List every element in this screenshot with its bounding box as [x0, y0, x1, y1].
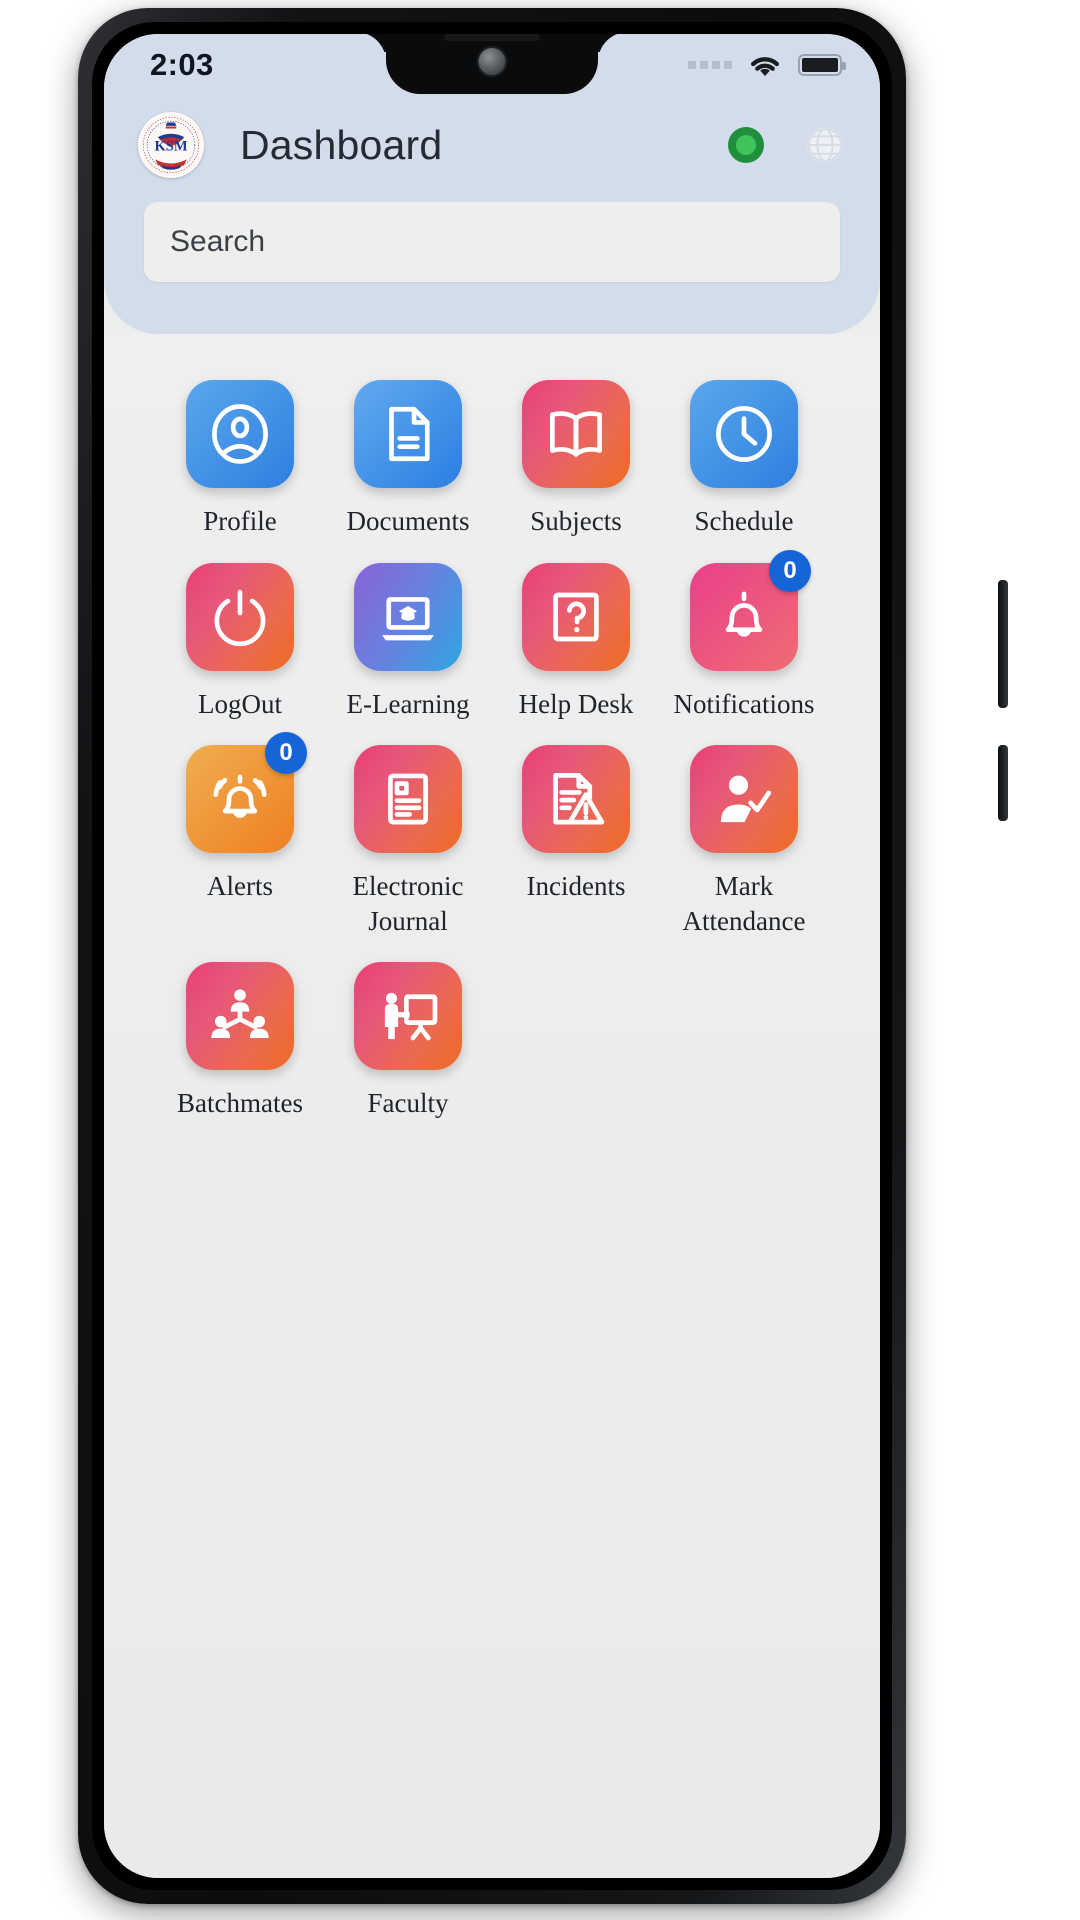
- app-body: Profile Documents Subjects Schedule LogO…: [104, 334, 880, 1878]
- question-square-icon: [522, 562, 630, 671]
- tile-icon-wrap: [354, 562, 462, 671]
- power-icon: [186, 562, 294, 671]
- tile-icon-wrap: [522, 562, 630, 671]
- app-tile-electronic-journal[interactable]: Electronic Journal: [324, 745, 492, 938]
- notification-badge: 0: [265, 732, 307, 775]
- page-title: Dashboard: [240, 121, 443, 168]
- tile-icon-wrap: 0: [690, 549, 811, 671]
- tile-icon-wrap: [522, 380, 630, 488]
- app-grid: Profile Documents Subjects Schedule LogO…: [156, 380, 828, 1121]
- teacher-board-icon: [354, 962, 462, 1071]
- tile-icon-wrap: [186, 380, 294, 488]
- clock-icon: [690, 380, 798, 488]
- tile-label: Batchmates: [177, 1088, 303, 1119]
- tile-icon-wrap: 0: [186, 732, 307, 854]
- display-notch: [386, 34, 598, 94]
- tile-label: Schedule: [694, 506, 794, 536]
- people-network-icon: [186, 962, 294, 1071]
- app-tile-mark-attendance[interactable]: Mark Attendance: [660, 745, 828, 938]
- tile-label: Incidents: [526, 871, 626, 902]
- app-tile-e-learning[interactable]: E-Learning: [324, 562, 492, 722]
- tile-icon-wrap: [186, 962, 294, 1071]
- app-tile-profile[interactable]: Profile: [156, 380, 324, 539]
- app-tile-batchmates[interactable]: Batchmates: [156, 962, 324, 1121]
- tile-label: Notifications: [673, 688, 815, 719]
- status-icons: [688, 50, 846, 80]
- tile-icon-wrap: [354, 380, 462, 488]
- battery-full-icon: [798, 54, 846, 76]
- globe-icon[interactable]: [804, 124, 846, 166]
- wifi-icon: [751, 57, 779, 76]
- tile-icon-wrap: [354, 745, 462, 854]
- laptop-graduation-icon: [354, 562, 462, 671]
- header-bar: KSM Dashboard: [104, 96, 880, 188]
- tile-label: Faculty: [367, 1088, 449, 1119]
- phone-screen: 2:03 KSM Dashboard Search Profile Docume…: [104, 34, 880, 1878]
- tile-label: Profile: [203, 506, 277, 536]
- document-warning-icon: [522, 745, 630, 854]
- search-input[interactable]: [144, 202, 840, 282]
- app-tile-logout[interactable]: LogOut: [156, 562, 324, 722]
- tile-label: Subjects: [530, 506, 622, 536]
- tile-label: E-Learning: [346, 688, 470, 719]
- front-camera-icon: [478, 48, 506, 75]
- status-time: 2:03: [150, 47, 214, 82]
- earpiece-speaker: [444, 34, 540, 41]
- person-check-icon: [690, 745, 798, 854]
- tile-label: LogOut: [198, 688, 282, 719]
- online-status-dot[interactable]: [728, 127, 764, 163]
- header-actions: [728, 124, 846, 166]
- volume-button[interactable]: [998, 745, 1008, 821]
- search-container: [104, 188, 880, 282]
- power-button[interactable]: [998, 580, 1008, 708]
- tile-label: Help Desk: [518, 688, 634, 719]
- tile-label: Alerts: [207, 871, 273, 902]
- app-tile-schedule[interactable]: Schedule: [660, 380, 828, 539]
- tile-icon-wrap: [354, 962, 462, 1071]
- tile-label: Documents: [346, 506, 470, 536]
- svg-text:KSM: KSM: [154, 138, 187, 154]
- journal-icon: [354, 745, 462, 854]
- app-tile-notifications[interactable]: 0 Notifications: [660, 549, 828, 722]
- tile-icon-wrap: [690, 380, 798, 488]
- app-tile-incidents[interactable]: Incidents: [492, 745, 660, 938]
- school-crest-logo: KSM: [138, 112, 204, 178]
- document-icon: [354, 380, 462, 488]
- app-tile-faculty[interactable]: Faculty: [324, 962, 492, 1121]
- tile-icon-wrap: [522, 745, 630, 854]
- tile-label: Electronic Journal: [352, 871, 464, 936]
- app-tile-help-desk[interactable]: Help Desk: [492, 562, 660, 722]
- app-tile-documents[interactable]: Documents: [324, 380, 492, 539]
- tile-icon-wrap: [186, 562, 294, 671]
- tile-label: Mark Attendance: [682, 871, 806, 936]
- notification-badge: 0: [769, 549, 811, 592]
- app-tile-subjects[interactable]: Subjects: [492, 380, 660, 539]
- tile-icon-wrap: [690, 745, 798, 854]
- signal-dots-icon: [688, 61, 732, 69]
- open-book-icon: [522, 380, 630, 488]
- app-tile-alerts[interactable]: 0 Alerts: [156, 732, 324, 938]
- user-circle-icon: [186, 380, 294, 488]
